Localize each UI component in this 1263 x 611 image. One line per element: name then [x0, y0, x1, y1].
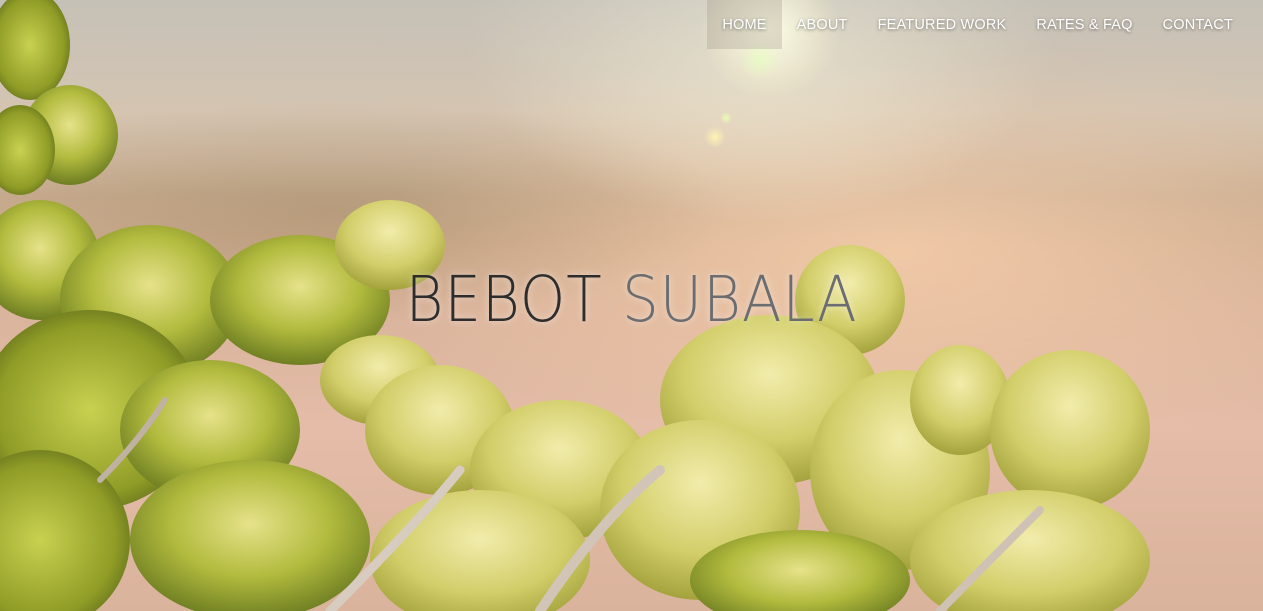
nav-about-link[interactable]: ABOUT [782, 0, 863, 49]
nav-featured-work-link[interactable]: FEATURED WORK [863, 0, 1022, 49]
site-title: BEBOT SUBALA [51, 268, 1213, 331]
hero-banner: HOME ABOUT FEATURED WORK RATES & FAQ CON… [0, 0, 1263, 611]
nav-home-link[interactable]: HOME [707, 0, 782, 49]
nav-rates-faq-link[interactable]: RATES & FAQ [1021, 0, 1147, 49]
nav-contact-link[interactable]: CONTACT [1148, 0, 1248, 49]
main-navigation: HOME ABOUT FEATURED WORK RATES & FAQ CON… [707, 0, 1248, 49]
site-title-first-name: BEBOT [405, 263, 603, 336]
site-title-last-name: SUBALA [621, 263, 858, 336]
